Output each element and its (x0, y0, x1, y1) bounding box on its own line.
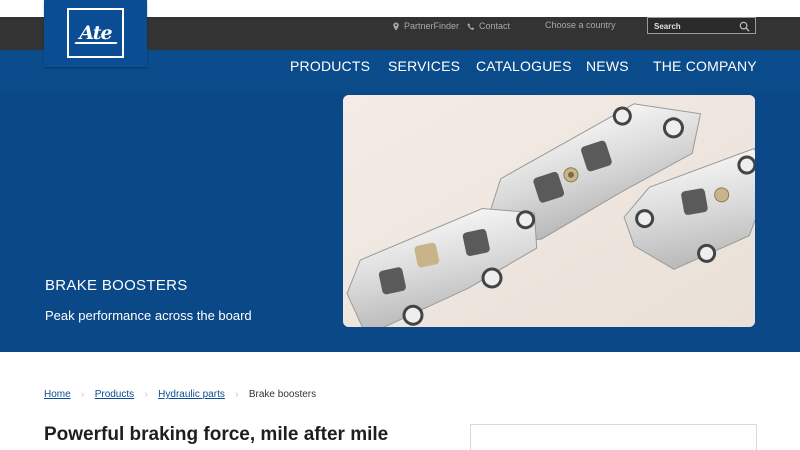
logo-text: Ate (79, 22, 112, 44)
nav-catalogues[interactable]: CATALOGUES (476, 58, 572, 74)
breadcrumb-home[interactable]: Home (44, 389, 71, 400)
phone-icon (467, 22, 475, 30)
chevron-right-icon: › (235, 389, 239, 400)
nav-products[interactable]: PRODUCTS (290, 58, 370, 74)
country-selector-label: Choose a country (545, 20, 616, 30)
country-selector[interactable]: Choose a country (545, 20, 616, 30)
contact-label: Contact (479, 21, 511, 31)
breadcrumb: Home › Products › Hydraulic parts › Brak… (44, 389, 316, 400)
contact-link[interactable]: Contact (467, 21, 510, 31)
logo-frame: Ate (67, 8, 124, 58)
breadcrumb-hydraulic-parts[interactable]: Hydraulic parts (158, 389, 225, 400)
search-icon[interactable] (739, 21, 750, 32)
search-input[interactable] (654, 20, 734, 32)
map-pin-icon (393, 21, 399, 31)
nav-services[interactable]: SERVICES (388, 58, 460, 74)
search-box[interactable] (647, 17, 756, 34)
nav-the-company[interactable]: THE COMPANY (653, 58, 757, 74)
nav-news[interactable]: NEWS (586, 58, 629, 74)
breadcrumb-products[interactable]: Products (95, 389, 134, 400)
chevron-right-icon: › (81, 389, 85, 400)
ate-logo[interactable]: Ate (44, 0, 147, 67)
brake-calipers-illustration (343, 95, 755, 327)
sidebar-box (470, 424, 757, 450)
hero-title: BRAKE BOOSTERS (45, 277, 188, 294)
breadcrumb-current: Brake boosters (248, 389, 317, 400)
partner-finder-link[interactable]: PartnerFinder (392, 21, 459, 31)
brake-calipers-photo (343, 95, 755, 327)
chevron-right-icon: › (144, 389, 148, 400)
partner-finder-label: PartnerFinder (404, 21, 460, 31)
logo-underline (74, 42, 118, 44)
hero-subtitle: Peak performance across the board (45, 308, 252, 323)
page-title: Powerful braking force, mile after mile (44, 424, 389, 445)
